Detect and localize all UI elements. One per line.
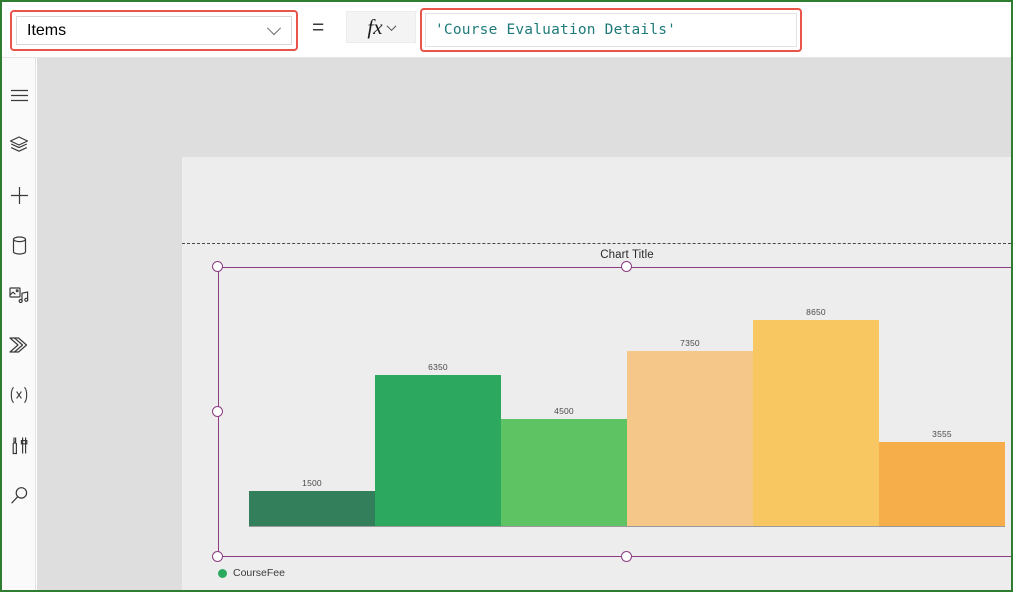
chart-bar[interactable]	[249, 491, 375, 527]
sidebar-item-search[interactable]	[2, 470, 36, 520]
power-apps-studio-window: Items = fx 'Course Evaluation Details' C…	[0, 0, 1013, 592]
sidebar-item-tools[interactable]	[2, 420, 36, 470]
sidebar-item-menu[interactable]	[2, 70, 36, 120]
chart-bar-value-label: 1500	[302, 478, 322, 488]
sidebar-item-tree-view[interactable]	[2, 120, 36, 170]
chart-plot-area: 1500 6350 4500 7350 8650 3555	[249, 275, 1005, 527]
resize-handle-top-center[interactable]	[621, 261, 632, 272]
chevron-down-icon	[266, 20, 282, 35]
search-icon	[10, 486, 27, 504]
sidebar-item-media[interactable]	[2, 270, 36, 320]
variables-x-icon	[10, 386, 28, 404]
chart-bar-slot: 8650	[753, 275, 879, 527]
chart-bar-value-label: 7350	[680, 338, 700, 348]
plus-icon	[10, 186, 28, 204]
workspace: Chart Title 1500 6350 4500 7350 8650 3555	[37, 58, 1011, 590]
power-automate-icon	[9, 337, 28, 353]
chart-bar-value-label: 4500	[554, 406, 574, 416]
sidebar-item-insert[interactable]	[2, 170, 36, 220]
x-axis-line	[249, 526, 1005, 527]
tools-icon	[12, 437, 27, 454]
formula-text: 'Course Evaluation Details'	[435, 22, 677, 38]
chart-bars: 1500 6350 4500 7350 8650 3555	[249, 275, 1005, 527]
equals-sign: =	[312, 16, 325, 39]
property-dropdown-highlight: Items	[10, 10, 298, 51]
fx-icon: fx	[367, 14, 383, 39]
sidebar-item-variables[interactable]	[2, 370, 36, 420]
chart-bar[interactable]	[879, 442, 1005, 527]
formula-input[interactable]: 'Course Evaluation Details'	[425, 13, 797, 47]
chart-bar-value-label: 3555	[932, 429, 952, 439]
chart-bar[interactable]	[375, 375, 501, 527]
chart-bar-value-label: 6350	[428, 362, 448, 372]
property-dropdown-label: Items	[27, 21, 67, 39]
chart-bar-slot: 7350	[627, 275, 753, 527]
app-canvas[interactable]: Chart Title 1500 6350 4500 7350 8650 3555	[182, 157, 1011, 590]
resize-handle-bottom-left[interactable]	[212, 551, 223, 562]
legend-color-swatch	[218, 568, 227, 578]
chart-bar-slot: 4500	[501, 275, 627, 527]
sidebar-item-power-automate[interactable]	[2, 320, 36, 370]
chart-title: Chart Title	[600, 249, 654, 261]
formula-input-highlight: 'Course Evaluation Details'	[420, 8, 802, 52]
sidebar-item-data[interactable]	[2, 220, 36, 270]
chart-bar-value-label: 8650	[806, 307, 826, 317]
resize-handle-top-left[interactable]	[212, 261, 223, 272]
column-chart-control[interactable]: Chart Title 1500 6350 4500 7350 8650 3555	[212, 249, 1011, 562]
chart-bar-slot: 3555	[879, 275, 1005, 527]
chevron-down-icon	[386, 20, 397, 31]
alignment-guide	[182, 243, 1011, 244]
chart-bar[interactable]	[501, 419, 627, 527]
resize-handle-middle-left[interactable]	[212, 406, 223, 417]
resize-handle-bottom-center[interactable]	[621, 551, 632, 562]
hamburger-menu-icon	[10, 89, 28, 101]
fx-button[interactable]: fx	[346, 11, 416, 43]
chart-bar-slot: 6350	[375, 275, 501, 527]
media-icon	[9, 286, 29, 303]
layers-icon	[9, 136, 29, 152]
left-navigation-rail	[2, 58, 36, 590]
formula-bar: Items = fx 'Course Evaluation Details'	[2, 2, 1011, 58]
chart-bar[interactable]	[753, 320, 879, 527]
chart-bar[interactable]	[627, 351, 753, 527]
database-icon	[12, 235, 26, 255]
property-dropdown[interactable]: Items	[16, 16, 292, 45]
legend-label: CourseFee	[233, 567, 285, 579]
chart-bar-slot: 1500	[249, 275, 375, 527]
chart-legend: CourseFee	[218, 567, 285, 579]
